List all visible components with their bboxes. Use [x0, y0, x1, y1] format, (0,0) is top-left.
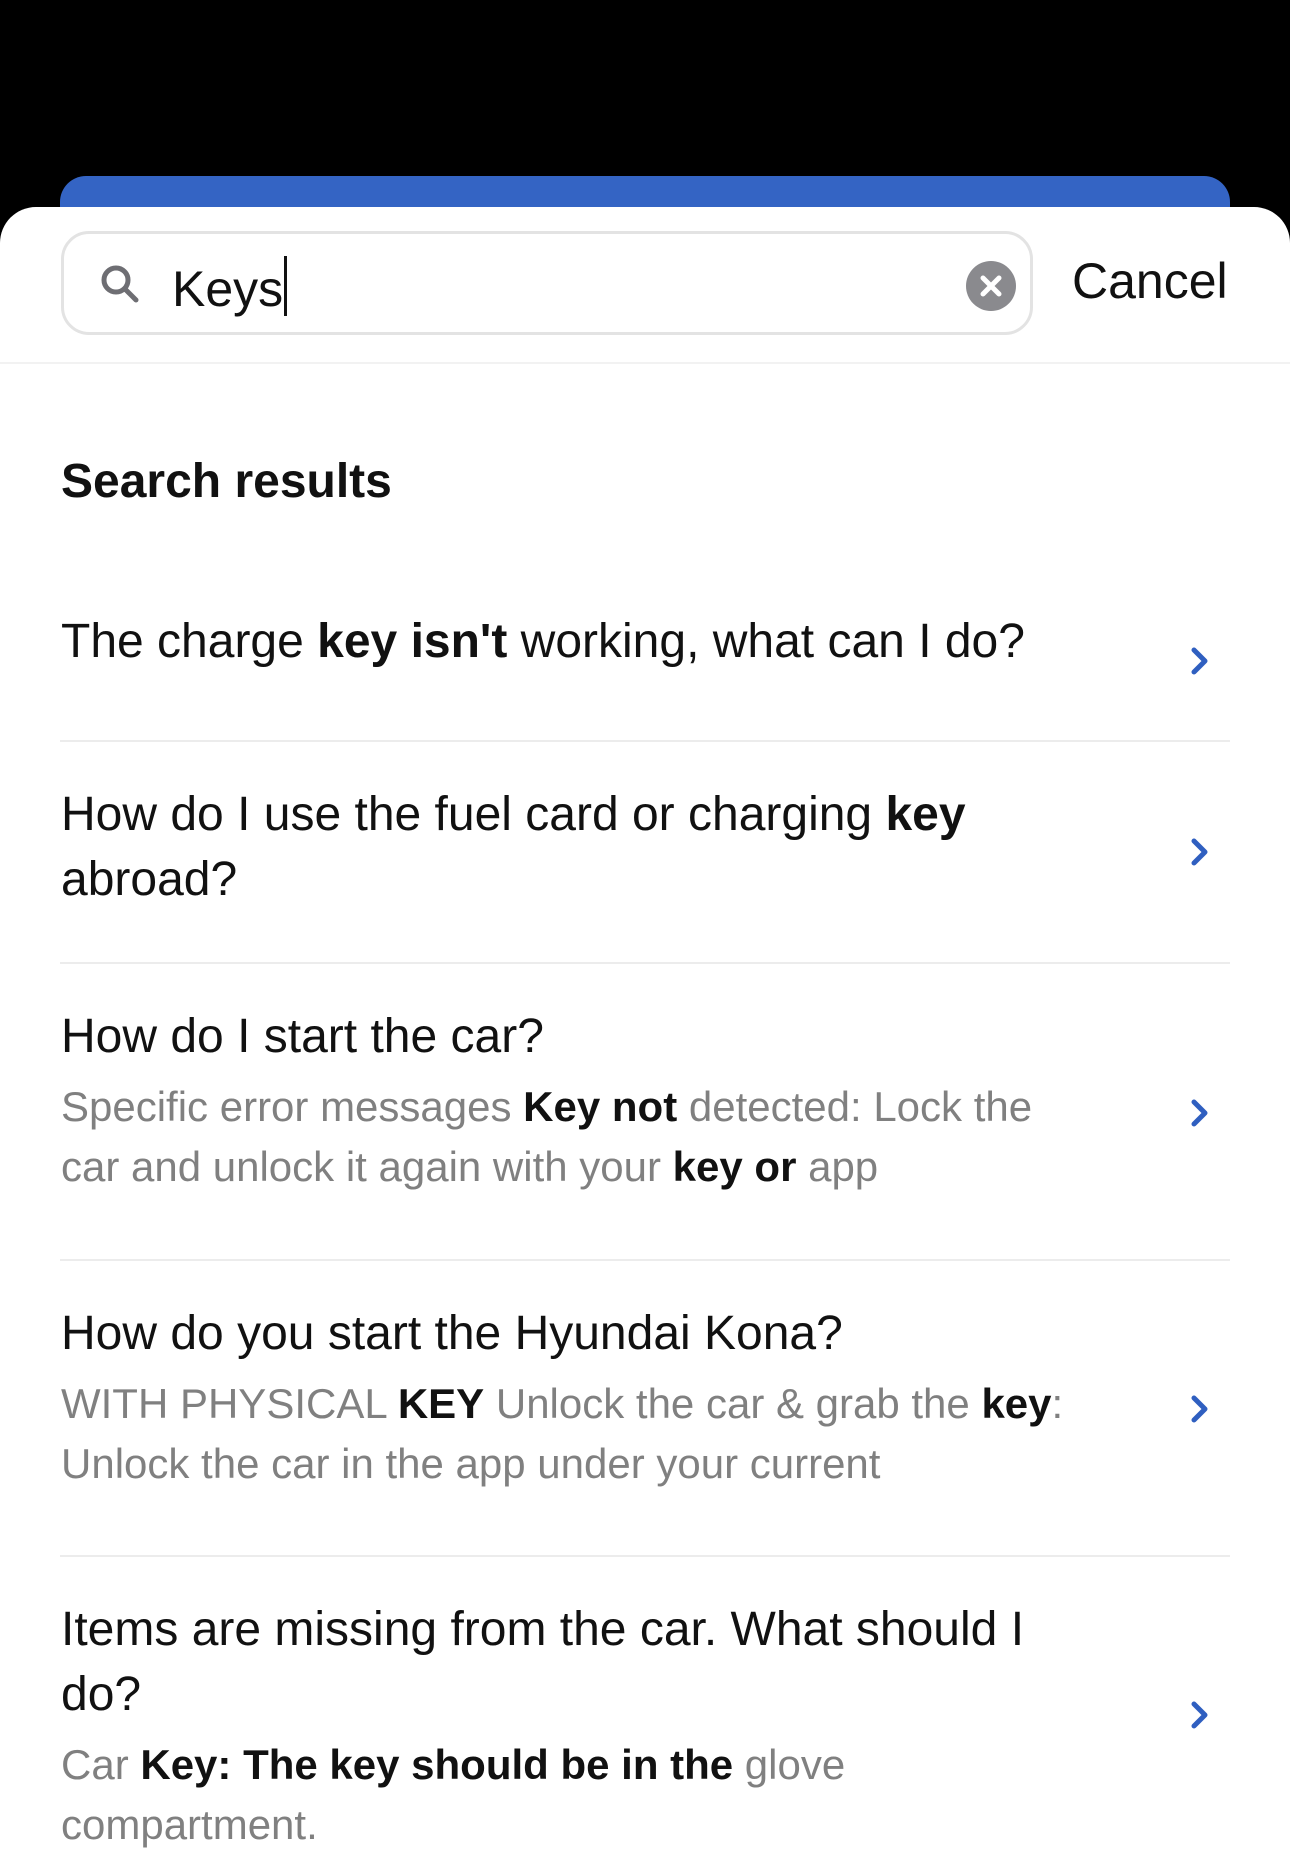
- text-cursor: [284, 256, 288, 316]
- highlighted-term: key or: [672, 1143, 797, 1190]
- snippet-text: Unlock the car & grab the: [484, 1380, 982, 1427]
- search-input-value: Keys: [172, 261, 284, 317]
- title-text: abroad?: [61, 853, 238, 906]
- search-input[interactable]: Keys: [172, 256, 288, 317]
- highlighted-term: KEY: [397, 1380, 485, 1427]
- result-text: The charge key isn't working, what can I…: [61, 609, 1091, 674]
- highlighted-term: Key: The key should be in the: [140, 1741, 734, 1788]
- result-text: How do I start the car? Specific error me…: [61, 1004, 1091, 1197]
- snippet-text: WITH PHYSICAL: [61, 1380, 398, 1427]
- search-sheet: Keys Cancel Search results The charge ke…: [0, 207, 1290, 1860]
- chevron-right-icon: [1191, 1395, 1208, 1423]
- chevron-right-icon: [1191, 1701, 1208, 1729]
- result-text: How do you start the Hyundai Kona? WITH P…: [61, 1301, 1091, 1494]
- result-snippet: Specific error messages Key not detected…: [61, 1077, 1091, 1197]
- result-snippet: WITH PHYSICAL KEY Unlock the car & grab …: [61, 1374, 1091, 1494]
- title-text: How do I start the car?: [61, 1010, 544, 1063]
- clear-search-button[interactable]: [966, 261, 1016, 311]
- snippet-text: app: [796, 1143, 879, 1190]
- highlighted-term: key: [885, 788, 966, 841]
- snippet-text: Specific error messages: [61, 1083, 524, 1130]
- chevron-right-icon: [1191, 838, 1208, 866]
- chevron-right-icon: [1191, 647, 1208, 675]
- search-icon: [101, 265, 139, 303]
- result-item[interactable]: Items are missing from the car. What sho…: [60, 1557, 1230, 1860]
- result-title: The charge key isn't working, what can I…: [61, 609, 1091, 674]
- title-text: Items are missing from the car. What sho…: [61, 1603, 1025, 1721]
- result-item[interactable]: How do I start the car? Specific error me…: [60, 964, 1230, 1261]
- title-text: working, what can I do?: [507, 615, 1025, 668]
- section-title: Search results: [61, 455, 392, 508]
- cancel-button[interactable]: Cancel: [1072, 251, 1228, 311]
- result-text: Items are missing from the car. What sho…: [61, 1597, 1091, 1855]
- highlighted-term: key: [981, 1380, 1052, 1427]
- result-text: How do I use the fuel card or charging k…: [61, 782, 1091, 912]
- result-title: How do I use the fuel card or charging k…: [61, 782, 1091, 912]
- search-bar: Keys Cancel: [0, 207, 1290, 364]
- title-text: The charge: [61, 615, 318, 668]
- close-icon: [980, 275, 1002, 297]
- highlighted-term: Key not: [523, 1083, 678, 1130]
- result-title: How do I start the car?: [61, 1004, 1091, 1069]
- title-text: How do you start the Hyundai Kona?: [61, 1307, 843, 1360]
- result-title: How do you start the Hyundai Kona?: [61, 1301, 1091, 1366]
- highlighted-term: key isn't: [317, 615, 508, 668]
- result-title: Items are missing from the car. What sho…: [61, 1597, 1091, 1727]
- chevron-right-icon: [1191, 1099, 1208, 1127]
- result-item[interactable]: The charge key isn't working, what can I…: [60, 569, 1230, 742]
- title-text: How do I use the fuel card or charging: [61, 788, 886, 841]
- result-item[interactable]: How do I use the fuel card or charging k…: [60, 742, 1230, 964]
- result-snippet: Car Key: The key should be in the glove …: [61, 1735, 1091, 1855]
- snippet-text: Car: [61, 1741, 141, 1788]
- result-item[interactable]: How do you start the Hyundai Kona? WITH P…: [60, 1261, 1230, 1557]
- search-field[interactable]: Keys: [61, 231, 1033, 335]
